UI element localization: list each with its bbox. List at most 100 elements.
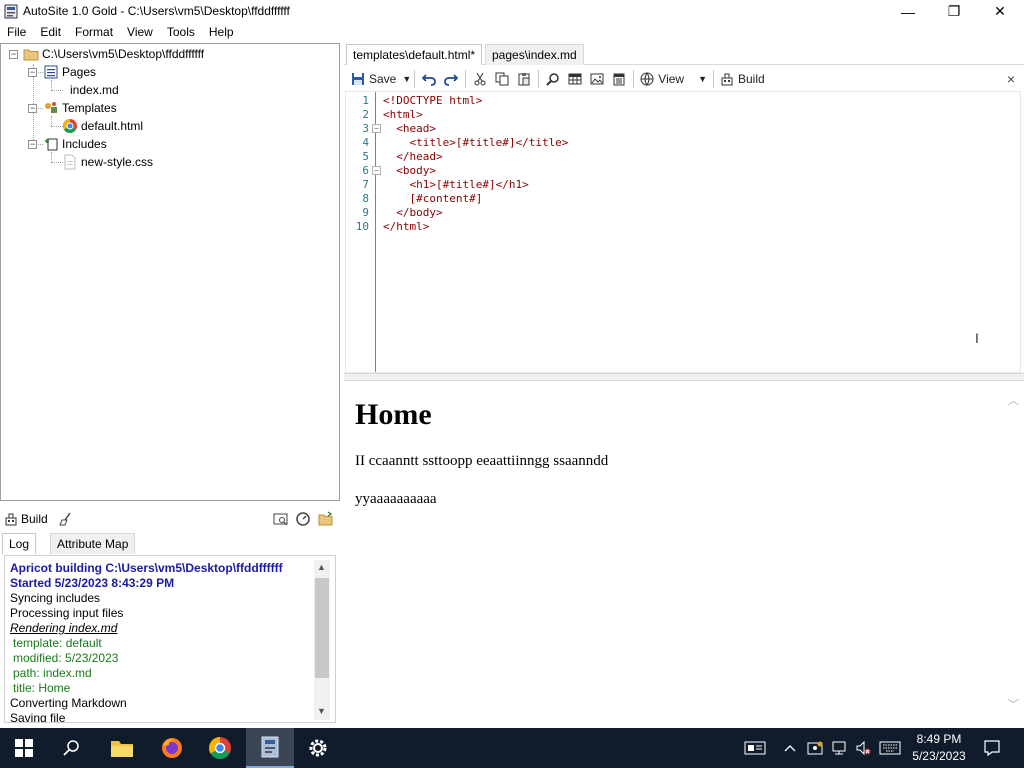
restore-button[interactable]: ❐	[931, 0, 977, 23]
templates-icon	[43, 100, 59, 116]
tree-item-templates-label: Templates	[62, 101, 117, 115]
close-editor-button[interactable]: ×	[1001, 68, 1021, 90]
build-icon	[721, 73, 733, 85]
code-line[interactable]: <h1>[#title#]</h1>	[383, 178, 528, 191]
open-folder-icon[interactable]	[318, 511, 334, 530]
timer-icon[interactable]	[295, 511, 311, 530]
paste-icon[interactable]	[513, 68, 535, 90]
log-line: Saving file	[10, 711, 66, 723]
tree-item-includes[interactable]: Includes	[43, 135, 107, 153]
build-panel-label[interactable]: Build	[21, 512, 48, 526]
menu-file[interactable]: File	[0, 23, 33, 42]
tree-item-new-style-css-label: new-style.css	[81, 155, 154, 169]
view-dropdown-icon[interactable]: ▼	[698, 74, 707, 84]
cut-icon[interactable]	[469, 68, 491, 90]
log-scroll-thumb[interactable]	[315, 578, 329, 678]
code-line[interactable]: </head>	[383, 150, 442, 163]
clock-date: 5/23/2023	[912, 749, 966, 763]
editor-tabs: templates\default.html* pages\index.md	[344, 43, 1024, 65]
menu-help[interactable]: Help	[202, 23, 241, 42]
tree-item-default-html[interactable]: default.html	[62, 117, 143, 135]
network-icon[interactable]	[829, 728, 849, 768]
line-number: 10	[355, 220, 369, 233]
chrome-icon[interactable]	[196, 728, 244, 768]
editor-preview-splitter[interactable]	[344, 373, 1024, 381]
tree-item-index-md[interactable]: index.md	[63, 81, 119, 99]
table-icon[interactable]	[564, 68, 586, 90]
find-icon[interactable]	[542, 68, 564, 90]
code-line[interactable]: <body>	[383, 164, 436, 177]
log-scrollbar[interactable]: ▲ ▼	[314, 560, 330, 720]
menu-tools[interactable]: Tools	[160, 23, 202, 42]
preview-scrollbar[interactable]: ︿ ﹀	[1006, 390, 1022, 720]
minimize-button[interactable]: —	[885, 0, 931, 23]
chevron-up-icon[interactable]	[782, 728, 798, 768]
view-button[interactable]: View ▼	[637, 68, 710, 90]
image-icon[interactable]	[586, 68, 608, 90]
windows-start-icon[interactable]	[0, 728, 48, 768]
code-line[interactable]: </body>	[383, 206, 442, 219]
undo-icon[interactable]	[418, 68, 440, 90]
tab-pages-index-md[interactable]: pages\index.md	[485, 44, 584, 65]
tab-log[interactable]: Log	[2, 533, 37, 554]
copy-icon[interactable]	[491, 68, 513, 90]
browse-output-icon[interactable]	[273, 511, 289, 530]
tree-item-new-style-css[interactable]: new-style.css	[62, 153, 153, 171]
includes-collapse-toggle[interactable]: −	[28, 140, 37, 149]
menu-view[interactable]: View	[120, 23, 160, 42]
code-line[interactable]: <title>[#title#]</title>	[383, 136, 568, 149]
code-line[interactable]: [#content#]	[383, 192, 482, 205]
log-line: path: index.md	[13, 666, 92, 680]
line-number: 5	[362, 150, 369, 163]
fold-head-icon[interactable]: −	[372, 124, 381, 133]
tree-item-templates[interactable]: Templates	[43, 99, 117, 117]
scroll-down-icon[interactable]: ﹀	[1008, 696, 1019, 712]
tray-app-icon[interactable]	[805, 728, 825, 768]
build-panel-icon	[4, 512, 18, 529]
scroll-up-icon[interactable]: ︿	[1008, 392, 1019, 408]
fold-body-icon[interactable]: −	[372, 166, 381, 175]
redo-icon[interactable]	[440, 68, 462, 90]
firefox-icon[interactable]	[148, 728, 196, 768]
search-icon[interactable]	[48, 728, 96, 768]
scroll-up-icon[interactable]: ▲	[317, 562, 326, 572]
templates-collapse-toggle[interactable]: −	[28, 104, 37, 113]
toolbar-separator	[538, 69, 540, 88]
save-button[interactable]: Save ▼	[345, 68, 411, 90]
code-editor[interactable]: 1 2 3 4 5 6 7 8 9 10 <!DOCTYPE html> <html> <head>…	[345, 91, 1021, 373]
code-line[interactable]: <html>	[383, 108, 423, 121]
taskbar	[0, 728, 1024, 768]
broom-icon[interactable]	[58, 511, 74, 530]
toolbar-separator	[465, 69, 467, 88]
menu-edit[interactable]: Edit	[33, 23, 68, 42]
log-line: Processing input files	[10, 606, 124, 620]
build-label: Build	[738, 71, 765, 86]
code-line[interactable]: </html>	[383, 220, 429, 233]
taskbar-clock[interactable]: 8:49 PM 5/23/2023	[906, 731, 972, 765]
tab-attribute-map[interactable]: Attribute Map	[50, 533, 136, 554]
folder-icon	[23, 46, 39, 62]
autosite-taskbar-icon[interactable]	[246, 728, 294, 768]
calendar-icon[interactable]	[608, 68, 630, 90]
scroll-down-icon[interactable]: ▼	[317, 706, 326, 716]
volume-muted-icon[interactable]	[853, 728, 873, 768]
action-center-screen-icon[interactable]	[740, 728, 770, 768]
includes-icon	[43, 136, 59, 152]
pages-collapse-toggle[interactable]: −	[28, 68, 37, 77]
notifications-icon[interactable]	[980, 728, 1004, 768]
code-line[interactable]: <head>	[383, 122, 436, 135]
save-dropdown-icon[interactable]: ▼	[402, 74, 411, 84]
build-button[interactable]: Build	[717, 68, 768, 90]
tree-item-pages[interactable]: Pages	[43, 63, 96, 81]
close-window-button[interactable]: ✕	[977, 0, 1023, 23]
tree-root-label: C:\Users\vm5\Desktop\ffddffffff	[42, 47, 205, 61]
root-collapse-toggle[interactable]: −	[9, 50, 18, 59]
menu-format[interactable]: Format	[68, 23, 120, 42]
code-line[interactable]: <!DOCTYPE html>	[383, 94, 482, 107]
file-explorer-icon[interactable]	[98, 728, 146, 768]
settings-gear-icon[interactable]	[294, 728, 342, 768]
menu-bar: File Edit Format View Tools Help	[0, 23, 1024, 42]
tree-root-folder[interactable]: C:\Users\vm5\Desktop\ffddffffff	[23, 45, 204, 63]
tab-templates-default-html[interactable]: templates\default.html*	[346, 44, 483, 65]
keyboard-icon[interactable]	[877, 728, 903, 768]
